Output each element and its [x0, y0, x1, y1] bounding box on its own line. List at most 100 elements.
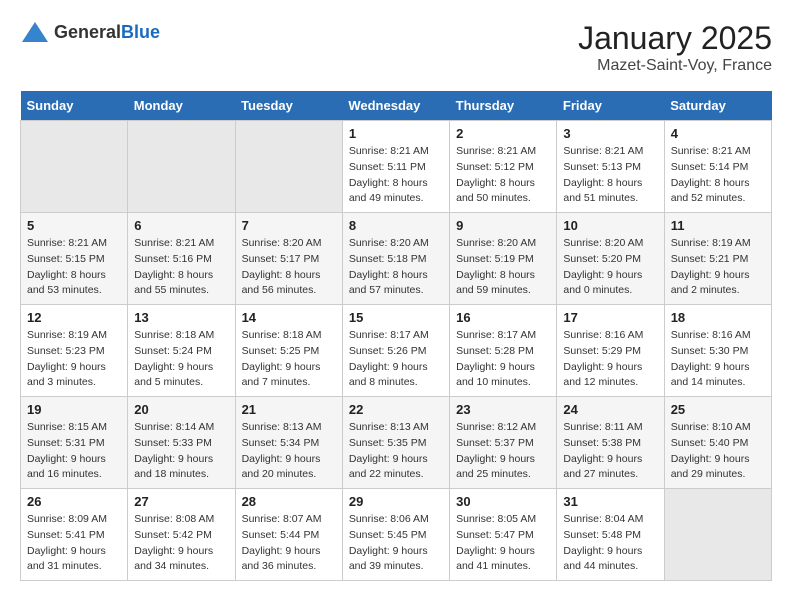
- day-info: Sunrise: 8:12 AMSunset: 5:37 PMDaylight:…: [456, 420, 550, 483]
- day-number: 13: [134, 310, 228, 325]
- calendar-week-row: 19 Sunrise: 8:15 AMSunset: 5:31 PMDayligh…: [21, 397, 772, 489]
- day-info: Sunrise: 8:09 AMSunset: 5:41 PMDaylight:…: [27, 512, 121, 575]
- weekday-header-cell: Tuesday: [235, 91, 342, 121]
- day-number: 2: [456, 126, 550, 141]
- calendar-day-cell: 2 Sunrise: 8:21 AMSunset: 5:12 PMDaylight…: [450, 121, 557, 213]
- calendar-day-cell: 14 Sunrise: 8:18 AMSunset: 5:25 PMDayligh…: [235, 305, 342, 397]
- calendar-day-cell: 9 Sunrise: 8:20 AMSunset: 5:19 PMDaylight…: [450, 213, 557, 305]
- calendar-day-cell: 31Sunrise: 8:04 AMSunset: 5:48 PMDayligh…: [557, 489, 664, 581]
- day-number: 30: [456, 494, 550, 509]
- day-number: 28: [242, 494, 336, 509]
- day-number: 10: [563, 218, 657, 233]
- calendar-day-cell: [128, 121, 235, 213]
- calendar-body: 1Sunrise: 8:21 AMSunset: 5:11 PMDaylight…: [21, 121, 772, 581]
- day-info: Sunrise: 8:17 AMSunset: 5:28 PMDaylight:…: [456, 328, 550, 391]
- day-info: Sunrise: 8:21 AMSunset: 5:13 PMDaylight:…: [563, 144, 657, 207]
- calendar-day-cell: 4 Sunrise: 8:21 AMSunset: 5:14 PMDaylight…: [664, 121, 771, 213]
- day-info: Sunrise: 8:20 AMSunset: 5:19 PMDaylight:…: [456, 236, 550, 299]
- location-title: Mazet-Saint-Voy, France: [578, 57, 772, 75]
- day-number: 3: [563, 126, 657, 141]
- calendar-day-cell: 5 Sunrise: 8:21 AMSunset: 5:15 PMDaylight…: [21, 213, 128, 305]
- day-number: 14: [242, 310, 336, 325]
- day-info: Sunrise: 8:20 AMSunset: 5:18 PMDaylight:…: [349, 236, 443, 299]
- day-number: 12: [27, 310, 121, 325]
- day-number: 20: [134, 402, 228, 417]
- weekday-header-row: SundayMondayTuesdayWednesdayThursdayFrid…: [21, 91, 772, 121]
- title-block: January 2025 Mazet-Saint-Voy, France: [578, 20, 772, 75]
- day-number: 29: [349, 494, 443, 509]
- day-number: 21: [242, 402, 336, 417]
- day-number: 26: [27, 494, 121, 509]
- calendar-day-cell: 16Sunrise: 8:17 AMSunset: 5:28 PMDayligh…: [450, 305, 557, 397]
- calendar-day-cell: 27 Sunrise: 8:08 AMSunset: 5:42 PMDayligh…: [128, 489, 235, 581]
- day-number: 5: [27, 218, 121, 233]
- day-info: Sunrise: 8:15 AMSunset: 5:31 PMDaylight:…: [27, 420, 121, 483]
- logo-blue: Blue: [121, 22, 160, 42]
- calendar-day-cell: [235, 121, 342, 213]
- calendar-day-cell: 19 Sunrise: 8:15 AMSunset: 5:31 PMDayligh…: [21, 397, 128, 489]
- calendar-week-row: 5 Sunrise: 8:21 AMSunset: 5:15 PMDaylight…: [21, 213, 772, 305]
- calendar-table: SundayMondayTuesdayWednesdayThursdayFrid…: [20, 91, 772, 581]
- calendar-day-cell: 24 Sunrise: 8:11 AMSunset: 5:38 PMDayligh…: [557, 397, 664, 489]
- day-number: 31: [563, 494, 657, 509]
- day-info: Sunrise: 8:13 AMSunset: 5:34 PMDaylight:…: [242, 420, 336, 483]
- weekday-header-cell: Thursday: [450, 91, 557, 121]
- day-number: 4: [671, 126, 765, 141]
- day-number: 19: [27, 402, 121, 417]
- calendar-day-cell: 18Sunrise: 8:16 AMSunset: 5:30 PMDayligh…: [664, 305, 771, 397]
- day-number: 18: [671, 310, 765, 325]
- day-number: 9: [456, 218, 550, 233]
- calendar-day-cell: 28 Sunrise: 8:07 AMSunset: 5:44 PMDayligh…: [235, 489, 342, 581]
- weekday-header-cell: Saturday: [664, 91, 771, 121]
- calendar-day-cell: 29 Sunrise: 8:06 AMSunset: 5:45 PMDayligh…: [342, 489, 449, 581]
- day-number: 7: [242, 218, 336, 233]
- weekday-header-cell: Sunday: [21, 91, 128, 121]
- day-info: Sunrise: 8:18 AMSunset: 5:25 PMDaylight:…: [242, 328, 336, 391]
- day-info: Sunrise: 8:17 AMSunset: 5:26 PMDaylight:…: [349, 328, 443, 391]
- logo: GeneralBlue: [20, 20, 160, 44]
- day-info: Sunrise: 8:20 AMSunset: 5:20 PMDaylight:…: [563, 236, 657, 299]
- calendar-day-cell: 10 Sunrise: 8:20 AMSunset: 5:20 PMDayligh…: [557, 213, 664, 305]
- day-info: Sunrise: 8:16 AMSunset: 5:29 PMDaylight:…: [563, 328, 657, 391]
- day-info: Sunrise: 8:07 AMSunset: 5:44 PMDaylight:…: [242, 512, 336, 575]
- calendar-week-row: 12 Sunrise: 8:19 AMSunset: 5:23 PMDayligh…: [21, 305, 772, 397]
- day-number: 11: [671, 218, 765, 233]
- calendar-day-cell: [21, 121, 128, 213]
- day-info: Sunrise: 8:21 AMSunset: 5:16 PMDaylight:…: [134, 236, 228, 299]
- calendar-day-cell: 23 Sunrise: 8:12 AMSunset: 5:37 PMDayligh…: [450, 397, 557, 489]
- logo-icon: [20, 20, 50, 44]
- day-info: Sunrise: 8:21 AMSunset: 5:14 PMDaylight:…: [671, 144, 765, 207]
- logo-general: General: [54, 22, 121, 42]
- calendar-day-cell: 6Sunrise: 8:21 AMSunset: 5:16 PMDaylight…: [128, 213, 235, 305]
- day-number: 17: [563, 310, 657, 325]
- day-number: 24: [563, 402, 657, 417]
- day-number: 1: [349, 126, 443, 141]
- day-info: Sunrise: 8:13 AMSunset: 5:35 PMDaylight:…: [349, 420, 443, 483]
- calendar-day-cell: 30Sunrise: 8:05 AMSunset: 5:47 PMDayligh…: [450, 489, 557, 581]
- day-number: 27: [134, 494, 228, 509]
- weekday-header-cell: Wednesday: [342, 91, 449, 121]
- day-info: Sunrise: 8:08 AMSunset: 5:42 PMDaylight:…: [134, 512, 228, 575]
- day-number: 22: [349, 402, 443, 417]
- day-info: Sunrise: 8:21 AMSunset: 5:12 PMDaylight:…: [456, 144, 550, 207]
- month-title: January 2025: [578, 20, 772, 57]
- day-number: 23: [456, 402, 550, 417]
- calendar-day-cell: 15Sunrise: 8:17 AMSunset: 5:26 PMDayligh…: [342, 305, 449, 397]
- day-info: Sunrise: 8:18 AMSunset: 5:24 PMDaylight:…: [134, 328, 228, 391]
- calendar-week-row: 26 Sunrise: 8:09 AMSunset: 5:41 PMDayligh…: [21, 489, 772, 581]
- calendar-week-row: 1Sunrise: 8:21 AMSunset: 5:11 PMDaylight…: [21, 121, 772, 213]
- calendar-day-cell: 3 Sunrise: 8:21 AMSunset: 5:13 PMDaylight…: [557, 121, 664, 213]
- day-info: Sunrise: 8:21 AMSunset: 5:15 PMDaylight:…: [27, 236, 121, 299]
- calendar-day-cell: 22 Sunrise: 8:13 AMSunset: 5:35 PMDayligh…: [342, 397, 449, 489]
- calendar-day-cell: [664, 489, 771, 581]
- day-info: Sunrise: 8:11 AMSunset: 5:38 PMDaylight:…: [563, 420, 657, 483]
- calendar-day-cell: 7Sunrise: 8:20 AMSunset: 5:17 PMDaylight…: [235, 213, 342, 305]
- calendar-day-cell: 8 Sunrise: 8:20 AMSunset: 5:18 PMDaylight…: [342, 213, 449, 305]
- day-number: 8: [349, 218, 443, 233]
- calendar-day-cell: 17 Sunrise: 8:16 AMSunset: 5:29 PMDayligh…: [557, 305, 664, 397]
- calendar-day-cell: 26 Sunrise: 8:09 AMSunset: 5:41 PMDayligh…: [21, 489, 128, 581]
- day-info: Sunrise: 8:06 AMSunset: 5:45 PMDaylight:…: [349, 512, 443, 575]
- day-info: Sunrise: 8:19 AMSunset: 5:23 PMDaylight:…: [27, 328, 121, 391]
- calendar-day-cell: 11Sunrise: 8:19 AMSunset: 5:21 PMDayligh…: [664, 213, 771, 305]
- weekday-header-cell: Friday: [557, 91, 664, 121]
